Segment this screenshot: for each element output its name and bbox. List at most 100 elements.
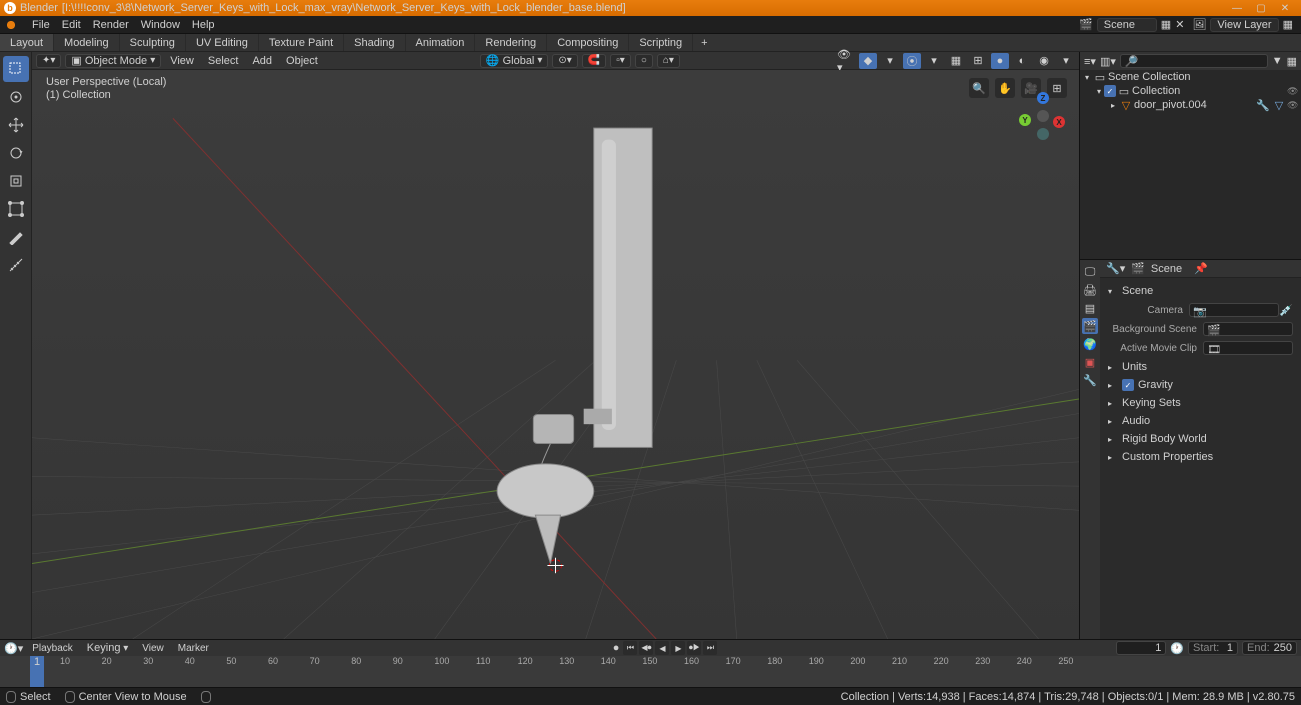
tab-sculpting[interactable]: Sculpting [120,34,186,51]
shading-solid[interactable]: ● [991,53,1009,69]
start-frame-field[interactable]: Start:1 [1188,641,1238,655]
shading-rendered[interactable]: ◉ [1035,53,1053,69]
panel-gravity[interactable]: ▸✓Gravity [1108,376,1293,394]
prop-tab-render[interactable]: 🖵 [1082,264,1098,280]
eyedropper-icon[interactable]: 💉 [1279,304,1293,317]
outliner-new-collection[interactable]: ▦ [1287,55,1297,68]
overlays-toggle[interactable]: ⦿ [903,53,921,69]
panel-custom-props[interactable]: ▸Custom Properties [1108,448,1293,466]
gizmos-dropdown[interactable]: ▾ [881,53,899,69]
tool-move[interactable] [3,112,29,138]
playhead[interactable]: 1 [30,656,44,687]
panel-keying-sets[interactable]: ▸Keying Sets [1108,394,1293,412]
scene-new-icon[interactable]: ✕ [1175,18,1184,31]
mode-selector[interactable]: ▣ Object Mode ▾ [65,54,161,68]
scene-selector[interactable]: 🎬 Scene ▦ ✕ [1075,18,1188,32]
shading-lookdev[interactable]: ◐ [1013,53,1031,69]
shading-dropdown[interactable]: ▾ [1057,53,1075,69]
tree-collection[interactable]: ▾ ✓ ▭ Collection 👁 [1080,84,1301,98]
shading-wireframe[interactable]: ⊞ [969,53,987,69]
gizmo-y-axis[interactable]: Y [1019,114,1031,126]
add-workspace-button[interactable]: + [693,37,715,49]
jump-start-button[interactable]: ⏮ [623,641,637,655]
timeline-editor-type[interactable]: 🕐▾ [4,642,23,655]
overlays-dropdown[interactable]: ▾ [925,53,943,69]
tab-uv-editing[interactable]: UV Editing [186,34,259,51]
menu-help[interactable]: Help [186,19,221,31]
close-button[interactable]: ✕ [1273,3,1297,14]
outliner-editor-type[interactable]: ≡▾ [1084,55,1096,68]
minimize-button[interactable]: — [1225,3,1249,14]
camera-field[interactable]: 📷 [1189,303,1279,317]
viewport-canvas[interactable]: User Perspective (Local) (1) Collection … [32,70,1079,639]
scene-browse-icon[interactable]: ▦ [1161,18,1171,31]
visibility-toggle[interactable]: 👁 [1287,100,1301,111]
tab-layout[interactable]: Layout [0,34,54,51]
gravity-checkbox[interactable]: ✓ [1122,379,1134,391]
navigation-gizmo[interactable]: X Y Z [1019,92,1067,140]
pin-icon[interactable]: 📌 [1194,262,1208,275]
viewlayer-selector[interactable]: 🖼 View Layer ▦ [1188,18,1297,32]
panel-rigid-body[interactable]: ▸Rigid Body World [1108,430,1293,448]
play-reverse-button[interactable]: ◀ [655,641,669,655]
tool-cursor[interactable] [3,84,29,110]
outliner-filter[interactable]: ▼ [1272,55,1283,67]
xray-toggle[interactable]: ▦ [947,53,965,69]
tab-shading[interactable]: Shading [344,34,405,51]
panel-scene[interactable]: ▾Scene [1108,282,1293,300]
tl-menu-keying[interactable]: Keying ▾ [82,642,133,654]
outliner-search[interactable]: 🔎 [1120,54,1268,68]
tree-object-door-pivot[interactable]: ▸ ▽ door_pivot.004 🔧 ▽ 👁 [1080,98,1301,112]
visibility-toggle[interactable]: 👁 [1287,86,1301,97]
gizmo-z-axis[interactable]: Z [1037,92,1049,104]
tool-transform[interactable] [3,196,29,222]
vp-menu-object[interactable]: Object [281,55,323,67]
orientation-selector[interactable]: 🌐 Global ▾ [480,54,549,68]
proportional-edit[interactable]: ○ [635,54,653,68]
prop-tab-modifiers[interactable]: 🔧 [1082,372,1098,388]
tl-menu-playback[interactable]: Playback [27,643,78,654]
menu-window[interactable]: Window [135,19,186,31]
keyframe-next-button[interactable]: ⏺▶ [687,641,701,655]
outliner-tree[interactable]: ▾▭ Scene Collection ▾ ✓ ▭ Collection 👁 ▸… [1080,70,1301,259]
timeline-ruler[interactable]: 1 10203040506070809010011012013014015016… [0,656,1301,687]
gizmos-toggle[interactable]: ◆ [859,53,877,69]
panel-audio[interactable]: ▸Audio [1108,412,1293,430]
proportional-falloff[interactable]: ⌂▾ [657,54,680,68]
vp-menu-select[interactable]: Select [203,55,244,67]
tool-annotate[interactable] [3,224,29,250]
clip-field[interactable]: 🎞 [1203,341,1293,355]
tab-compositing[interactable]: Compositing [547,34,629,51]
prop-tab-output[interactable]: 🖨 [1082,282,1098,298]
gizmo-x-axis[interactable]: X [1053,116,1065,128]
gizmo-neg-z[interactable] [1037,128,1049,140]
end-frame-field[interactable]: End:250 [1242,641,1297,655]
play-button[interactable]: ▶ [671,641,685,655]
prop-tab-object[interactable]: ▣ [1082,354,1098,370]
editor-type-button[interactable]: ✦▾ [36,54,61,68]
prop-tab-world[interactable]: 🌍 [1082,336,1098,352]
snap-toggle[interactable]: 🧲 [582,54,606,68]
nav-zoom-button[interactable]: 🔍 [969,78,989,98]
menu-file[interactable]: File [26,19,56,31]
outliner-display-mode[interactable]: ▥▾ [1100,55,1116,68]
snap-type[interactable]: ▫▾ [610,54,631,68]
bg-scene-field[interactable]: 🎬 [1203,322,1293,336]
pivot-selector[interactable]: ⊙▾ [552,54,577,68]
tab-animation[interactable]: Animation [406,34,476,51]
menu-edit[interactable]: Edit [56,19,87,31]
tree-scene-collection[interactable]: ▾▭ Scene Collection [1080,70,1301,84]
nav-pan-button[interactable]: ✋ [995,78,1015,98]
menu-render[interactable]: Render [87,19,135,31]
tl-menu-view[interactable]: View [137,643,169,654]
jump-end-button[interactable]: ⏭ [703,641,717,655]
tab-modeling[interactable]: Modeling [54,34,120,51]
tool-measure[interactable] [3,252,29,278]
tab-scripting[interactable]: Scripting [629,34,693,51]
tool-scale[interactable] [3,168,29,194]
vp-menu-add[interactable]: Add [247,55,277,67]
tool-rotate[interactable] [3,140,29,166]
keyframe-prev-button[interactable]: ◀⏺ [639,641,653,655]
tl-menu-marker[interactable]: Marker [173,643,214,654]
viewlayer-new-icon[interactable]: ▦ [1283,18,1293,31]
